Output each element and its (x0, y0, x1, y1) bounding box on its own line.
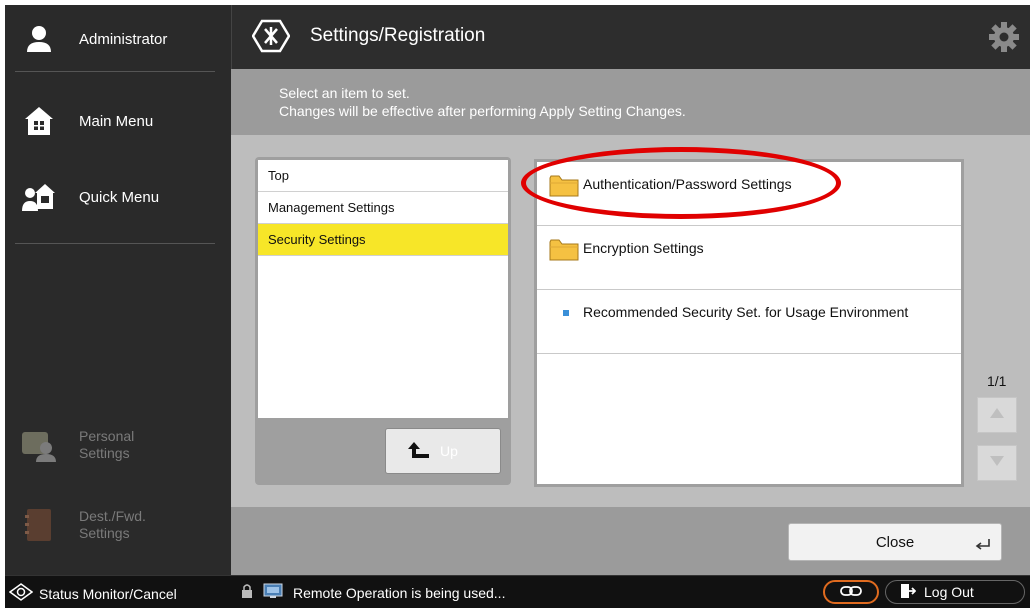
user-icon (19, 19, 59, 59)
logout-button[interactable]: Log Out (885, 580, 1025, 604)
sidebar: Administrator Main Menu Quick Menu Perso… (5, 5, 231, 575)
tree-item-top[interactable]: Top (258, 160, 508, 192)
up-button-label: Up (440, 443, 458, 459)
personal-settings-label: Personal Settings (79, 428, 135, 461)
dest-fwd-settings-label: Dest./Fwd. Settings (79, 508, 146, 541)
quick-menu-icon (19, 177, 59, 217)
settings-registration-icon (251, 19, 291, 58)
status-monitor-button[interactable]: Status Monitor/Cancel (8, 583, 177, 604)
triangle-down-icon (989, 454, 1005, 472)
quick-menu-button[interactable]: Quick Menu (5, 177, 231, 217)
page-indicator: 1/1 (987, 373, 1007, 389)
content-area: Top Management Settings Security Setting… (231, 135, 1030, 507)
personal-settings-icon (19, 425, 59, 465)
administrator-label: Administrator (79, 30, 168, 48)
list-item-encryption-settings[interactable]: Encryption Settings (537, 226, 961, 290)
message-line-2: Changes will be effective after performi… (279, 103, 686, 119)
up-arrow-icon (408, 441, 430, 462)
remote-operation-status: Remote Operation is being used... (241, 583, 505, 602)
list-item-label: Recommended Security Set. for Usage Envi… (583, 304, 909, 320)
link-icon (840, 583, 862, 601)
address-book-icon (19, 505, 59, 545)
up-button[interactable]: Up (385, 428, 501, 474)
logout-label: Log Out (924, 584, 974, 600)
main-menu-label: Main Menu (79, 112, 154, 130)
return-arrow-icon (973, 537, 991, 554)
page-title: Settings/Registration (310, 25, 486, 46)
personal-settings-button[interactable]: Personal Settings (5, 425, 231, 465)
scroll-up-button[interactable] (977, 397, 1017, 433)
bullet-icon (563, 310, 569, 316)
close-button-label: Close (875, 533, 915, 551)
sidebar-divider (15, 71, 215, 72)
quick-menu-label: Quick Menu (79, 188, 160, 206)
tree-item-security-settings[interactable]: Security Settings (258, 224, 508, 256)
dest-fwd-settings-button[interactable]: Dest./Fwd. Settings (5, 505, 231, 545)
lock-icon (241, 583, 253, 602)
administrator-row[interactable]: Administrator (5, 19, 231, 59)
tree-item-management-settings[interactable]: Management Settings (258, 192, 508, 224)
logout-icon (900, 583, 917, 602)
scroll-down-button[interactable] (977, 445, 1017, 481)
instruction-message: Select an item to set. Changes will be e… (231, 69, 1030, 135)
list-item-recommended-security-set[interactable]: Recommended Security Set. for Usage Envi… (537, 290, 961, 354)
sidebar-divider (15, 243, 215, 244)
home-icon (19, 101, 59, 141)
remote-operation-text: Remote Operation is being used... (293, 584, 506, 601)
list-item-label: Encryption Settings (583, 240, 704, 256)
header-bar: Settings/Registration (231, 5, 1030, 69)
annotation-circle (521, 147, 841, 219)
device-screen: Administrator Main Menu Quick Menu Perso… (5, 5, 1030, 608)
link-button[interactable] (823, 580, 879, 604)
main-menu-button[interactable]: Main Menu (5, 101, 231, 141)
status-bar: Status Monitor/Cancel Remote Operation i… (5, 575, 1030, 608)
settings-tree-panel: Top Management Settings Security Setting… (255, 157, 511, 485)
close-button[interactable]: Close (788, 523, 1002, 561)
triangle-up-icon (989, 406, 1005, 424)
folder-icon (549, 238, 579, 267)
gear-icon[interactable] (988, 21, 1020, 58)
settings-tree-list: Top Management Settings Security Setting… (258, 160, 508, 418)
message-line-1: Select an item to set. (279, 85, 410, 101)
status-monitor-label: Status Monitor/Cancel (39, 585, 177, 602)
remote-operation-icon (263, 583, 283, 602)
status-monitor-icon (8, 583, 34, 604)
action-bar: Close (231, 507, 1030, 575)
